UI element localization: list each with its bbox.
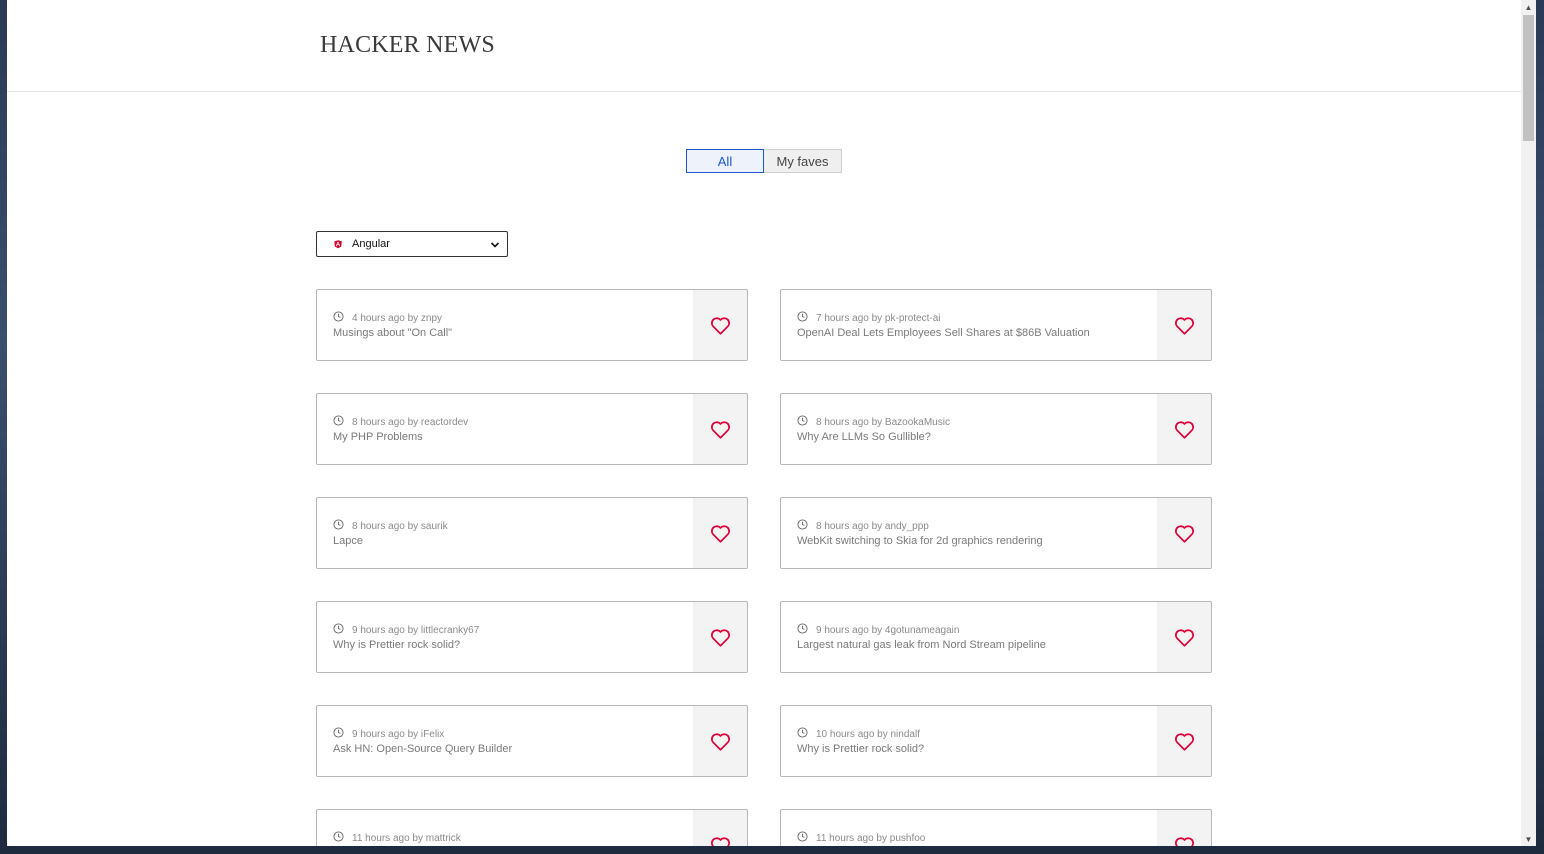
story-time-author: 7 hours ago by pk-protect-ai (816, 312, 941, 324)
heart-icon (710, 836, 731, 846)
favorite-button[interactable] (693, 290, 747, 360)
browser-viewport: HACKER NEWS All My faves Angular 4 hours… (7, 0, 1521, 846)
story-title[interactable]: Lapce (333, 535, 363, 547)
app-title: HACKER NEWS (320, 32, 495, 58)
scroll-down-arrow-icon[interactable]: ▼ (1521, 832, 1536, 846)
story-time-author: 9 hours ago by iFelix (352, 728, 445, 740)
heart-icon (1174, 316, 1195, 335)
story-card[interactable]: 8 hours ago by saurik Lapce (316, 497, 748, 569)
story-meta: 10 hours ago by nindalf (797, 727, 920, 741)
tab-my-faves[interactable]: My faves (764, 149, 842, 173)
angular-icon (333, 239, 343, 249)
heart-icon (1174, 524, 1195, 543)
favorite-button[interactable] (1157, 706, 1211, 776)
favorite-button[interactable] (1157, 498, 1211, 568)
view-toggle: All My faves (686, 149, 842, 173)
favorite-button[interactable] (1157, 394, 1211, 464)
tab-all[interactable]: All (686, 149, 764, 173)
scrollbar[interactable]: ▲ ▼ (1521, 0, 1536, 846)
heart-icon (710, 524, 731, 543)
story-time-author: 8 hours ago by reactordev (352, 416, 469, 428)
clock-icon (333, 727, 352, 741)
chevron-down-icon (490, 242, 500, 248)
story-meta: 8 hours ago by BazookaMusic (797, 415, 950, 429)
heart-icon (1174, 836, 1195, 846)
story-title[interactable]: Why is Prettier rock solid? (797, 743, 924, 755)
story-card[interactable]: 8 hours ago by BazookaMusic Why Are LLMs … (780, 393, 1212, 465)
story-title[interactable]: OpenAI Deal Lets Employees Sell Shares a… (797, 327, 1090, 339)
story-time-author: 4 hours ago by znpy (352, 312, 443, 324)
scroll-up-arrow-icon[interactable]: ▲ (1521, 0, 1536, 14)
story-time-author: 11 hours ago by pushfoo (816, 832, 926, 844)
favorite-button[interactable] (1157, 290, 1211, 360)
story-card[interactable]: 11 hours ago by pushfoo (780, 809, 1212, 846)
story-title[interactable]: Why Are LLMs So Gullible? (797, 431, 931, 443)
story-title[interactable]: WebKit switching to Skia for 2d graphics… (797, 535, 1043, 547)
story-card[interactable]: 9 hours ago by iFelix Ask HN: Open-Source… (316, 705, 748, 777)
story-title[interactable]: Ask HN: Open-Source Query Builder (333, 743, 512, 755)
story-card[interactable]: 10 hours ago by nindalf Why is Prettier r… (780, 705, 1212, 777)
story-meta: 9 hours ago by 4gotunameagain (797, 623, 959, 637)
favorite-button[interactable] (693, 706, 747, 776)
clock-icon (333, 519, 352, 533)
story-card[interactable]: 8 hours ago by andy_ppp WebKit switching … (780, 497, 1212, 569)
clock-icon (333, 415, 352, 429)
clock-icon (333, 623, 352, 637)
story-card[interactable]: 8 hours ago by reactordev My PHP Problems (316, 393, 748, 465)
favorite-button[interactable] (1157, 602, 1211, 672)
story-meta: 8 hours ago by reactordev (333, 415, 468, 429)
framework-select-value: Angular (352, 238, 390, 250)
framework-select[interactable]: Angular (316, 231, 508, 257)
clock-icon (333, 831, 352, 845)
story-time-author: 11 hours ago by mattrick (352, 832, 461, 844)
clock-icon (333, 311, 352, 325)
clock-icon (797, 519, 816, 533)
story-meta: 9 hours ago by iFelix (333, 727, 444, 741)
story-card[interactable]: 9 hours ago by littlecranky67 Why is Pret… (316, 601, 748, 673)
story-title[interactable]: Why is Prettier rock solid? (333, 639, 460, 651)
favorite-button[interactable] (693, 602, 747, 672)
story-time-author: 9 hours ago by littlecranky67 (352, 624, 480, 636)
heart-icon (710, 316, 731, 335)
clock-icon (797, 311, 816, 325)
story-title[interactable]: Musings about "On Call" (333, 327, 452, 339)
story-time-author: 8 hours ago by BazookaMusic (816, 416, 950, 428)
story-title[interactable]: My PHP Problems (333, 431, 423, 443)
favorite-button[interactable] (693, 394, 747, 464)
heart-icon (1174, 732, 1195, 751)
story-card[interactable]: 11 hours ago by mattrick (316, 809, 748, 846)
story-meta: 8 hours ago by andy_ppp (797, 519, 929, 533)
heart-icon (710, 732, 731, 751)
heart-icon (1174, 420, 1195, 439)
clock-icon (797, 623, 816, 637)
story-meta: 11 hours ago by mattrick (333, 831, 461, 845)
story-time-author: 8 hours ago by andy_ppp (816, 520, 929, 532)
story-time-author: 9 hours ago by 4gotunameagain (816, 624, 960, 636)
favorite-button[interactable] (693, 810, 747, 846)
app-header: HACKER NEWS (7, 0, 1521, 92)
clock-icon (797, 415, 816, 429)
heart-icon (710, 628, 731, 647)
story-card[interactable]: 4 hours ago by znpy Musings about "On Cal… (316, 289, 748, 361)
heart-icon (710, 420, 731, 439)
clock-icon (797, 831, 816, 845)
story-title[interactable]: Largest natural gas leak from Nord Strea… (797, 639, 1046, 651)
story-card[interactable]: 9 hours ago by 4gotunameagain Largest nat… (780, 601, 1212, 673)
story-time-author: 8 hours ago by saurik (352, 520, 448, 532)
favorite-button[interactable] (1157, 810, 1211, 846)
favorite-button[interactable] (693, 498, 747, 568)
heart-icon (1174, 628, 1195, 647)
clock-icon (797, 727, 816, 741)
scroll-thumb[interactable] (1523, 15, 1534, 141)
story-card[interactable]: 7 hours ago by pk-protect-ai OpenAI Deal … (780, 289, 1212, 361)
story-meta: 11 hours ago by pushfoo (797, 831, 925, 845)
story-time-author: 10 hours ago by nindalf (816, 728, 920, 740)
story-meta: 8 hours ago by saurik (333, 519, 448, 533)
story-meta: 9 hours ago by littlecranky67 (333, 623, 479, 637)
story-meta: 4 hours ago by znpy (333, 311, 442, 325)
story-meta: 7 hours ago by pk-protect-ai (797, 311, 941, 325)
